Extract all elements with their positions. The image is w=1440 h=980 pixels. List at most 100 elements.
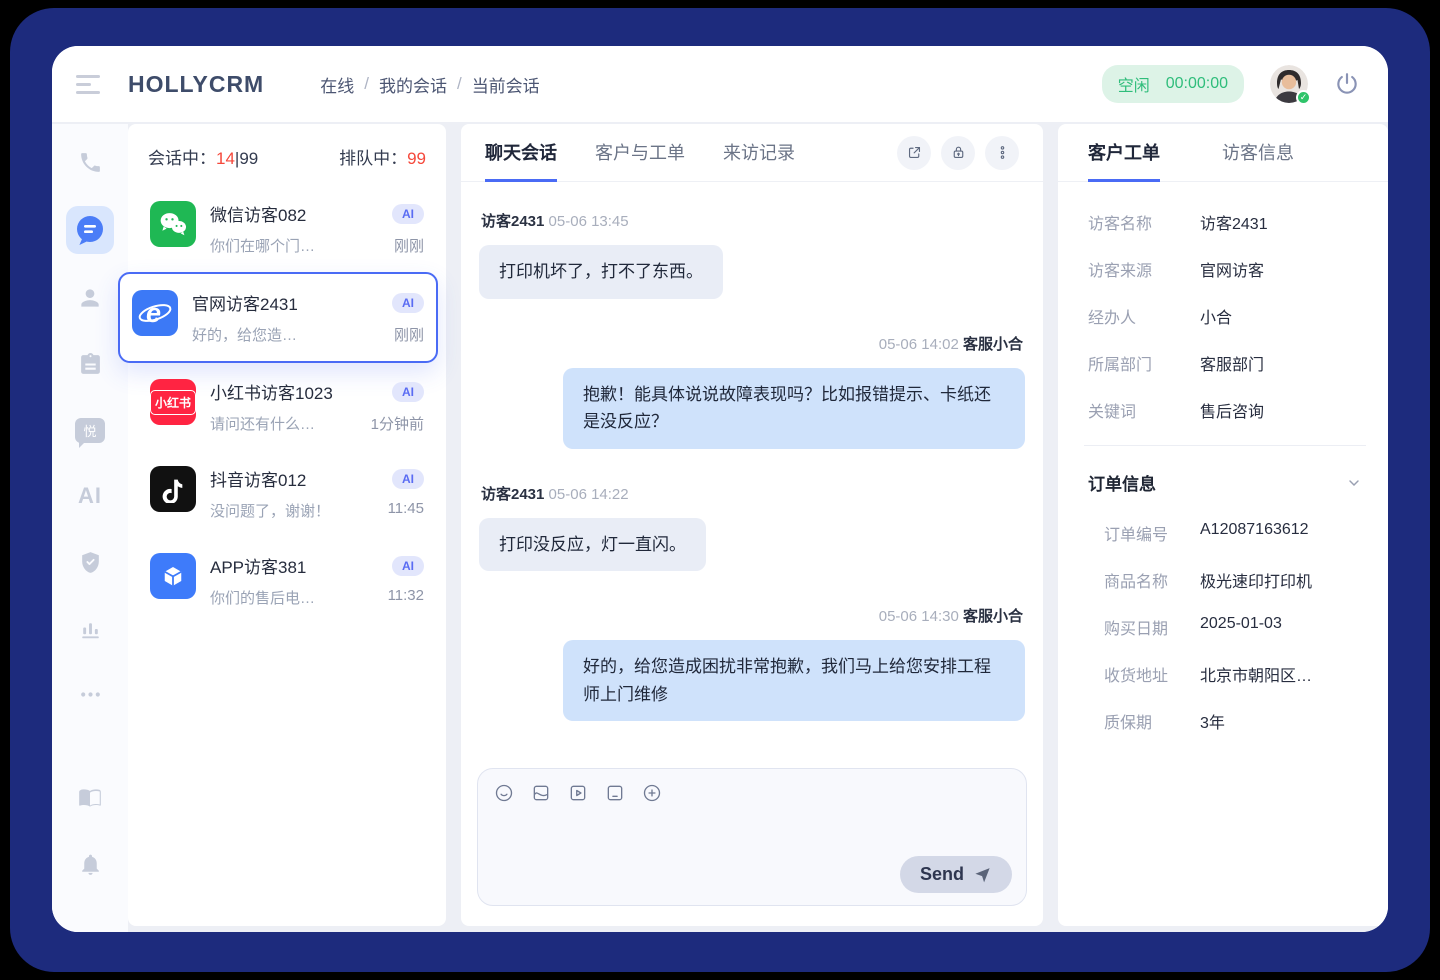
conversation-item-xiaohongshu[interactable]: 小红书 小红书访客1023 AI 请问还有什么… 1分钟前 [142, 363, 432, 450]
field-row: 所属部门 客服部门 [1088, 351, 1362, 375]
douyin-channel-icon [150, 466, 196, 512]
breadcrumb-item[interactable]: 当前会话 [472, 72, 540, 97]
message-author: 访客2431 [481, 213, 544, 230]
message-meta: 05-06 14:30 客服小合 [879, 605, 1023, 626]
conversation-list-panel[interactable]: 会话中：14|99 排队中：99 [128, 124, 446, 926]
breadcrumb: 在线 / 我的会话 / 当前会话 [320, 72, 539, 97]
conversation-time: 11:45 [388, 500, 424, 521]
send-button[interactable]: Send [900, 856, 1012, 893]
export-icon [906, 144, 923, 161]
ai-badge: AI [392, 204, 424, 224]
sidebar-item-calls[interactable] [66, 140, 114, 184]
message-meta: 访客2431 05-06 13:45 [481, 210, 1023, 231]
wechat-channel-icon [150, 201, 196, 247]
field-value: 2025-01-03 [1200, 615, 1282, 639]
power-icon [1334, 71, 1360, 97]
conversation-item-app[interactable]: APP访客381 AI 你们的售后电… 11:32 [142, 537, 432, 624]
video-icon[interactable] [568, 783, 588, 803]
field-value: 3年 [1200, 709, 1225, 733]
avatar[interactable]: ✓ [1270, 65, 1308, 103]
conversation-preview: 好的，给您造… [192, 324, 297, 345]
breadcrumb-item[interactable]: 在线 [320, 72, 354, 97]
field-row: 访客名称 访客2431 [1088, 210, 1362, 234]
sidebar-item-security[interactable] [66, 540, 114, 584]
sidebar-item-tasks[interactable] [66, 342, 114, 386]
more-options-button[interactable] [985, 136, 1019, 170]
sidebar-item-notifications[interactable] [66, 842, 114, 886]
top-header: HOLLYCRM 在线 / 我的会话 / 当前会话 空闲 00:00:00 ✓ [52, 46, 1388, 122]
sidebar-item-chat[interactable] [66, 206, 114, 254]
tab-visit-history[interactable]: 来访记录 [723, 124, 795, 182]
tab-chat-session[interactable]: 聊天会话 [485, 124, 557, 182]
sidebar-item-yue[interactable]: 悦 [66, 408, 114, 452]
field-row: 访客来源 官网访客 [1088, 257, 1362, 281]
menu-toggle-icon[interactable] [76, 75, 102, 94]
emoji-icon[interactable] [494, 783, 514, 803]
svg-text:e: e [146, 298, 161, 328]
conversation-title: 小红书访客1023 [210, 379, 333, 404]
web-channel-icon: e [132, 290, 178, 336]
message-time: 05-06 14:02 [879, 336, 959, 353]
field-label: 质保期 [1104, 709, 1200, 733]
sidebar-item-reports[interactable] [66, 606, 114, 650]
tab-visitor-info[interactable]: 访客信息 [1222, 124, 1294, 182]
book-icon [77, 785, 103, 811]
tab-customer-worksheet[interactable]: 客户工单 [1088, 124, 1160, 182]
field-label: 访客名称 [1088, 210, 1200, 234]
message-scroll-area[interactable]: 访客2431 05-06 13:45 打印机坏了，打不了东西。 05-06 14… [461, 182, 1043, 760]
conversation-time: 11:32 [388, 587, 424, 608]
logout-power-button[interactable] [1334, 71, 1360, 97]
status-label: 空闲 [1118, 72, 1150, 96]
conversation-time: 刚刚 [394, 235, 424, 256]
bell-icon [78, 852, 103, 877]
image-icon[interactable] [531, 783, 551, 803]
tab-customer-ticket[interactable]: 客户与工单 [595, 124, 685, 182]
conversation-item-web-selected[interactable]: e 官网访客2431 AI 好的，给您造… 刚刚 [118, 272, 438, 363]
sidebar-item-contacts[interactable] [66, 276, 114, 320]
lock-button[interactable] [941, 136, 975, 170]
field-value: 客服部门 [1200, 351, 1264, 375]
ai-badge: AI [392, 293, 424, 313]
export-button[interactable] [897, 136, 931, 170]
lock-icon [950, 144, 967, 161]
field-label: 商品名称 [1104, 568, 1200, 592]
field-label: 所属部门 [1088, 351, 1200, 375]
yue-bubble-icon: 悦 [75, 418, 105, 443]
field-row: 购买日期 2025-01-03 [1104, 615, 1362, 639]
sidebar-item-knowledge[interactable] [66, 776, 114, 820]
field-row: 质保期 3年 [1104, 709, 1362, 733]
chevron-down-icon[interactable] [1346, 475, 1362, 491]
shield-check-icon [78, 550, 103, 575]
divider [1084, 445, 1366, 446]
message-author: 访客2431 [481, 486, 544, 503]
conversation-preview: 没问题了，谢谢！ [210, 500, 330, 521]
active-stat: 会话中：14|99 [148, 144, 258, 169]
conversation-preview: 你们的售后电… [210, 587, 315, 608]
breadcrumb-item[interactable]: 我的会话 [379, 72, 447, 97]
conversation-item-douyin[interactable]: 抖音访客012 AI 没问题了，谢谢！ 11:45 [142, 450, 432, 537]
details-panel: 客户工单 访客信息 访客名称 访客2431 访客来源 官网访客 经办人 小合 所… [1058, 124, 1388, 926]
field-label: 收货地址 [1104, 662, 1200, 686]
add-attachment-icon[interactable] [642, 783, 662, 803]
field-row: 经办人 小合 [1088, 304, 1362, 328]
sidebar-item-ai[interactable]: AI [66, 474, 114, 518]
chat-panel: 聊天会话 客户与工单 来访记录 [461, 124, 1043, 926]
agent-message-bubble: 好的，给您造成困扰非常抱歉，我们马上给您安排工程师上门维修 [563, 640, 1025, 721]
clipboard-icon [78, 352, 103, 377]
app-window: HOLLYCRM 在线 / 我的会话 / 当前会话 空闲 00:00:00 ✓ [52, 46, 1388, 932]
message-input[interactable] [494, 815, 886, 891]
field-row: 商品名称 极光速印打印机 [1104, 568, 1362, 592]
chat-tabbar: 聊天会话 客户与工单 来访记录 [461, 124, 1043, 182]
file-icon[interactable] [605, 783, 625, 803]
phone-icon [78, 150, 103, 175]
sidebar-item-more[interactable] [66, 672, 114, 716]
conversation-title: 微信访客082 [210, 201, 306, 226]
agent-status-badge[interactable]: 空闲 00:00:00 [1102, 65, 1244, 103]
conversation-item-wechat[interactable]: 微信访客082 AI 你们在哪个门… 刚刚 [142, 185, 432, 272]
ai-badge: AI [392, 382, 424, 402]
visitor-message-bubble: 打印机坏了，打不了东西。 [479, 245, 723, 299]
field-value: 官网访客 [1200, 257, 1264, 281]
field-label: 订单编号 [1104, 521, 1200, 545]
kebab-icon [994, 144, 1011, 161]
field-row: 收货地址 北京市朝阳区… [1104, 662, 1362, 686]
